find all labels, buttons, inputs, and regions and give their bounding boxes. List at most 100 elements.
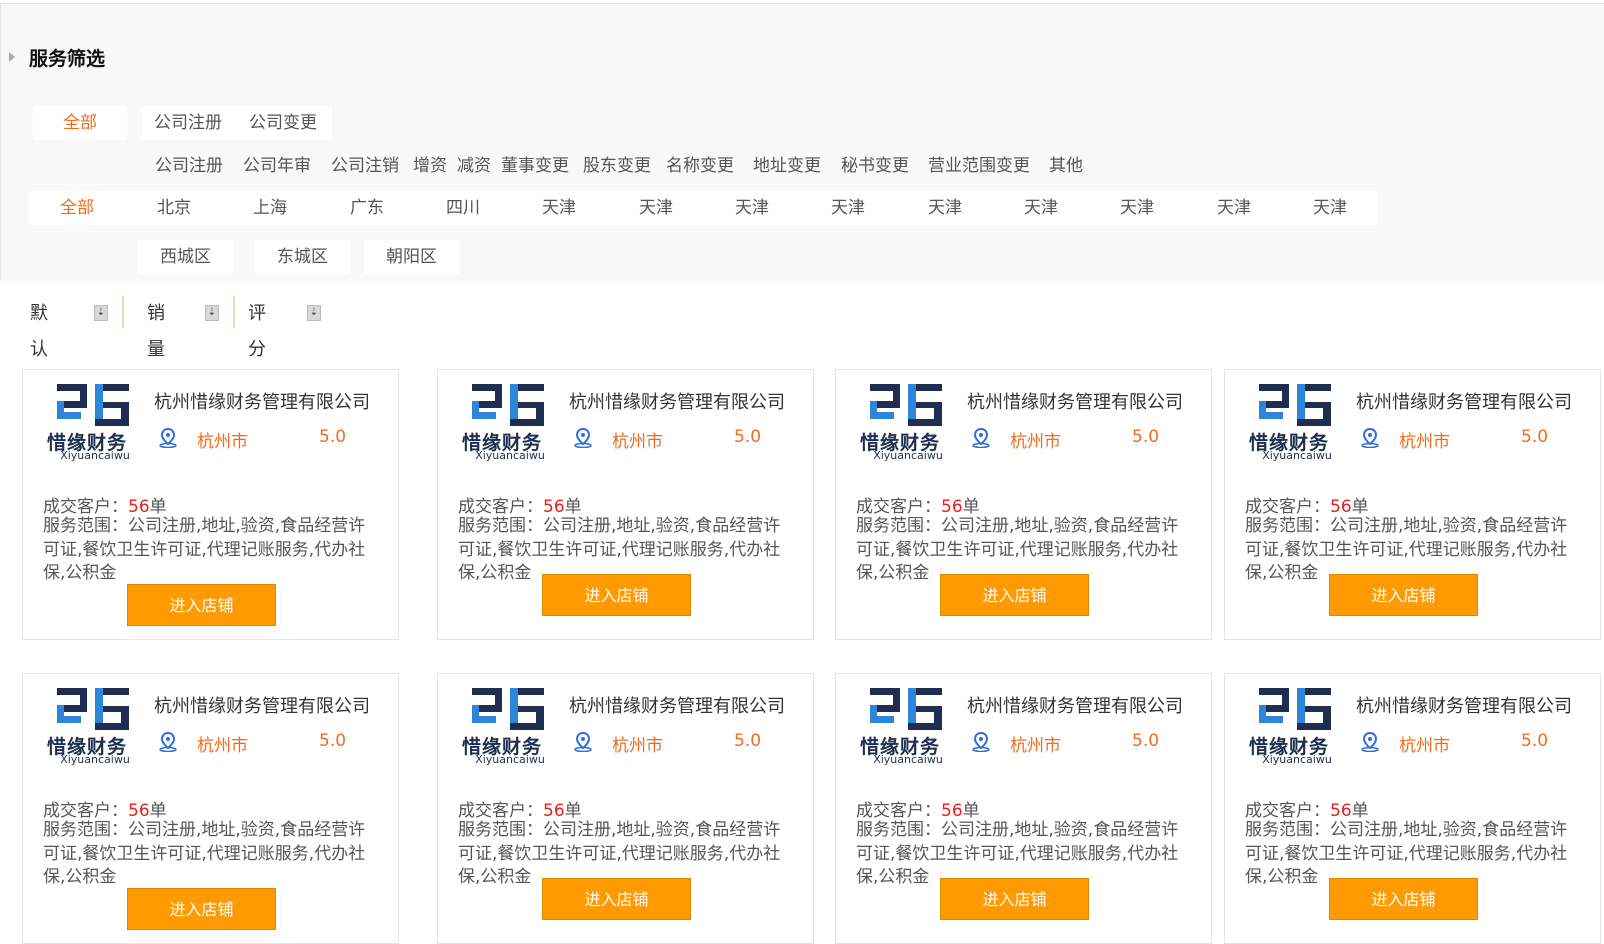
sort-arrow-icon[interactable]: ⇣ bbox=[307, 305, 321, 321]
company-name[interactable]: 杭州惜缘财务管理有限公司 bbox=[967, 388, 1183, 414]
service-sub-item[interactable]: 秘书变更 bbox=[841, 152, 909, 180]
enter-shop-button[interactable]: 进入店铺 bbox=[127, 888, 276, 930]
deal-count: 成交客户：56单 bbox=[856, 796, 980, 821]
enter-shop-button[interactable]: 进入店铺 bbox=[940, 878, 1089, 920]
company-score: 5.0 bbox=[319, 427, 347, 447]
company-city: 杭州市 bbox=[197, 736, 248, 756]
logo-text-en: Xiyuancaiwu bbox=[873, 753, 943, 766]
location-pin-icon bbox=[574, 428, 592, 448]
district-item[interactable]: 朝阳区 bbox=[364, 240, 459, 274]
shop-card: 惜缘财务 Xiyuancaiwu 杭州惜缘财务管理有限公司 杭州市 5.0 成交… bbox=[437, 369, 814, 640]
service-sub-item[interactable]: 增资 bbox=[413, 152, 447, 180]
sort-arrow-icon[interactable]: ⇣ bbox=[205, 305, 219, 321]
region-item[interactable]: 上海 bbox=[222, 194, 318, 222]
logo-mark-icon bbox=[472, 688, 544, 730]
sort-rating[interactable]: 评分 bbox=[248, 296, 266, 360]
service-scope: 服务范围：公司注册,地址,验资,食品经营许可证,餐饮卫生许可证,代理记账服务,代… bbox=[43, 820, 366, 887]
sort-sales[interactable]: 销量 bbox=[147, 296, 165, 360]
district-item[interactable]: 西城区 bbox=[138, 240, 233, 274]
logo-text-en: Xiyuancaiwu bbox=[1262, 449, 1332, 462]
deal-count-label: 成交客户： bbox=[458, 801, 543, 821]
filter-title: 服务筛选 bbox=[29, 47, 106, 70]
location-pin-icon bbox=[574, 732, 592, 752]
region-item[interactable]: 北京 bbox=[126, 194, 222, 222]
filter-header: 服务筛选 bbox=[9, 42, 105, 72]
triangle-right-icon bbox=[9, 52, 15, 62]
deal-count-number: 56 bbox=[543, 497, 565, 517]
shop-card: 惜缘财务 Xiyuancaiwu 杭州惜缘财务管理有限公司 杭州市 5.0 成交… bbox=[1224, 369, 1601, 640]
location-pin-icon bbox=[1361, 428, 1379, 448]
logo-text-en: Xiyuancaiwu bbox=[873, 449, 943, 462]
company-score: 5.0 bbox=[1132, 427, 1160, 447]
enter-shop-button[interactable]: 进入店铺 bbox=[1329, 574, 1478, 616]
company-score: 5.0 bbox=[1521, 731, 1549, 751]
location-pin-icon bbox=[972, 732, 990, 752]
deal-count: 成交客户：56单 bbox=[43, 492, 167, 517]
company-name[interactable]: 杭州惜缘财务管理有限公司 bbox=[569, 388, 785, 414]
logo-text-en: Xiyuancaiwu bbox=[475, 753, 545, 766]
logo-mark-icon bbox=[1259, 688, 1331, 730]
deal-count-unit: 单 bbox=[962, 497, 980, 517]
service-sub-item[interactable]: 名称变更 bbox=[666, 152, 734, 180]
service-sub-item[interactable]: 公司年审 bbox=[243, 152, 311, 180]
service-sub-item[interactable]: 股东变更 bbox=[583, 152, 651, 180]
region-item[interactable]: 天津 bbox=[897, 194, 993, 222]
company-city: 杭州市 bbox=[1399, 736, 1450, 756]
location-pin-icon bbox=[972, 428, 990, 448]
company-name[interactable]: 杭州惜缘财务管理有限公司 bbox=[569, 692, 785, 718]
service-sub-item[interactable]: 减资 bbox=[457, 152, 491, 180]
logo-mark-icon bbox=[1259, 384, 1331, 426]
service-sub-item[interactable]: 地址变更 bbox=[753, 152, 821, 180]
company-city: 杭州市 bbox=[1010, 736, 1061, 756]
deal-count-label: 成交客户： bbox=[43, 801, 128, 821]
enter-shop-button[interactable]: 进入店铺 bbox=[127, 584, 276, 626]
company-name[interactable]: 杭州惜缘财务管理有限公司 bbox=[154, 388, 370, 414]
sort-arrow-icon[interactable]: ⇣ bbox=[94, 305, 108, 321]
region-item[interactable]: 四川 bbox=[415, 194, 511, 222]
enter-shop-button[interactable]: 进入店铺 bbox=[1329, 878, 1478, 920]
service-sub-item[interactable]: 公司注销 bbox=[331, 152, 399, 180]
service-category-register[interactable]: 公司注册 bbox=[154, 109, 222, 137]
company-logo: 惜缘财务 Xiyuancaiwu bbox=[462, 384, 558, 462]
region-item[interactable]: 天津 bbox=[800, 194, 896, 222]
company-city: 杭州市 bbox=[1399, 432, 1450, 452]
deal-count: 成交客户：56单 bbox=[1245, 492, 1369, 517]
region-item[interactable]: 天津 bbox=[1282, 194, 1378, 222]
logo-mark-icon bbox=[57, 384, 129, 426]
region-item[interactable]: 天津 bbox=[993, 194, 1089, 222]
service-sub-item[interactable]: 公司注册 bbox=[155, 152, 223, 180]
logo-mark-icon bbox=[472, 384, 544, 426]
sort-default[interactable]: 默认 bbox=[30, 296, 48, 360]
deal-count: 成交客户：56单 bbox=[458, 492, 582, 517]
deal-count-unit: 单 bbox=[149, 497, 167, 517]
service-category-change[interactable]: 公司变更 bbox=[249, 109, 317, 137]
shop-card: 惜缘财务 Xiyuancaiwu 杭州惜缘财务管理有限公司 杭州市 5.0 成交… bbox=[1224, 673, 1601, 944]
region-all[interactable]: 全部 bbox=[29, 194, 125, 222]
location-pin-icon bbox=[159, 428, 177, 448]
company-name[interactable]: 杭州惜缘财务管理有限公司 bbox=[1356, 388, 1572, 414]
company-name[interactable]: 杭州惜缘财务管理有限公司 bbox=[967, 692, 1183, 718]
enter-shop-button[interactable]: 进入店铺 bbox=[542, 878, 691, 920]
service-sub-item[interactable]: 董事变更 bbox=[501, 152, 569, 180]
logo-text-en: Xiyuancaiwu bbox=[475, 449, 545, 462]
company-logo: 惜缘财务 Xiyuancaiwu bbox=[1249, 384, 1345, 462]
deal-count-label: 成交客户： bbox=[1245, 497, 1330, 517]
service-sub-item[interactable]: 营业范围变更 bbox=[928, 152, 1030, 180]
region-item[interactable]: 天津 bbox=[1089, 194, 1185, 222]
company-name[interactable]: 杭州惜缘财务管理有限公司 bbox=[154, 692, 370, 718]
company-name[interactable]: 杭州惜缘财务管理有限公司 bbox=[1356, 692, 1572, 718]
service-sub-item[interactable]: 其他 bbox=[1049, 152, 1083, 180]
region-item[interactable]: 广东 bbox=[319, 194, 415, 222]
region-item[interactable]: 天津 bbox=[704, 194, 800, 222]
service-category-all[interactable]: 全部 bbox=[33, 106, 127, 140]
company-city: 杭州市 bbox=[197, 432, 248, 452]
enter-shop-button[interactable]: 进入店铺 bbox=[542, 574, 691, 616]
region-item[interactable]: 天津 bbox=[608, 194, 704, 222]
company-score: 5.0 bbox=[319, 731, 347, 751]
enter-shop-button[interactable]: 进入店铺 bbox=[940, 574, 1089, 616]
deal-count: 成交客户：56单 bbox=[1245, 796, 1369, 821]
region-item[interactable]: 天津 bbox=[1186, 194, 1282, 222]
district-item[interactable]: 东城区 bbox=[255, 240, 350, 274]
region-item[interactable]: 天津 bbox=[511, 194, 607, 222]
deal-count-unit: 单 bbox=[1351, 497, 1369, 517]
